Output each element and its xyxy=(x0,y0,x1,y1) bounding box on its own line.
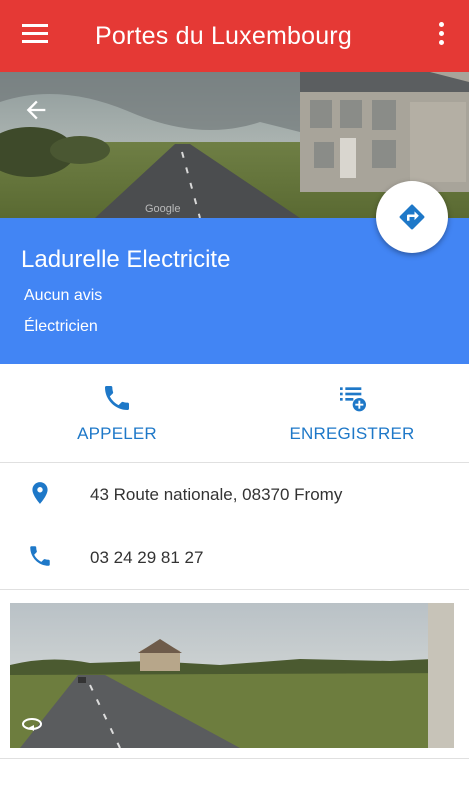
call-button[interactable]: APPELER xyxy=(0,366,234,462)
app-bar: Portes du Luxembourg xyxy=(0,0,469,72)
phone-icon xyxy=(101,382,133,414)
category-text: Électricien xyxy=(24,318,98,335)
menu-icon[interactable] xyxy=(22,24,50,48)
directions-button[interactable] xyxy=(376,181,448,253)
svg-text:Google: Google xyxy=(145,203,180,215)
phone-row[interactable]: 03 24 29 81 27 xyxy=(0,525,469,587)
divider xyxy=(0,589,469,590)
save-button[interactable]: ENREGISTRER xyxy=(235,366,469,462)
playlist-add-icon xyxy=(336,382,368,414)
save-label: ENREGISTRER xyxy=(289,424,415,443)
street-view-thumbnail[interactable] xyxy=(10,603,454,748)
divider xyxy=(0,758,469,759)
call-label: APPELER xyxy=(77,424,157,443)
phone-icon xyxy=(27,543,53,569)
app-title: Portes du Luxembourg xyxy=(95,22,352,50)
back-arrow-icon[interactable] xyxy=(22,96,50,124)
place-name: Ladurelle Electricite xyxy=(21,246,231,273)
address-text: 43 Route nationale, 08370 Fromy xyxy=(90,485,343,504)
street-view-image xyxy=(10,603,454,748)
reviews-text[interactable]: Aucun avis xyxy=(24,286,102,306)
directions-icon xyxy=(399,204,425,230)
address-row[interactable]: 43 Route nationale, 08370 Fromy xyxy=(0,462,469,524)
more-vert-icon[interactable] xyxy=(433,22,449,50)
location-pin-icon xyxy=(27,480,53,506)
phone-text: 03 24 29 81 27 xyxy=(90,548,204,567)
action-bar: APPELER ENREGISTRER xyxy=(0,366,469,463)
